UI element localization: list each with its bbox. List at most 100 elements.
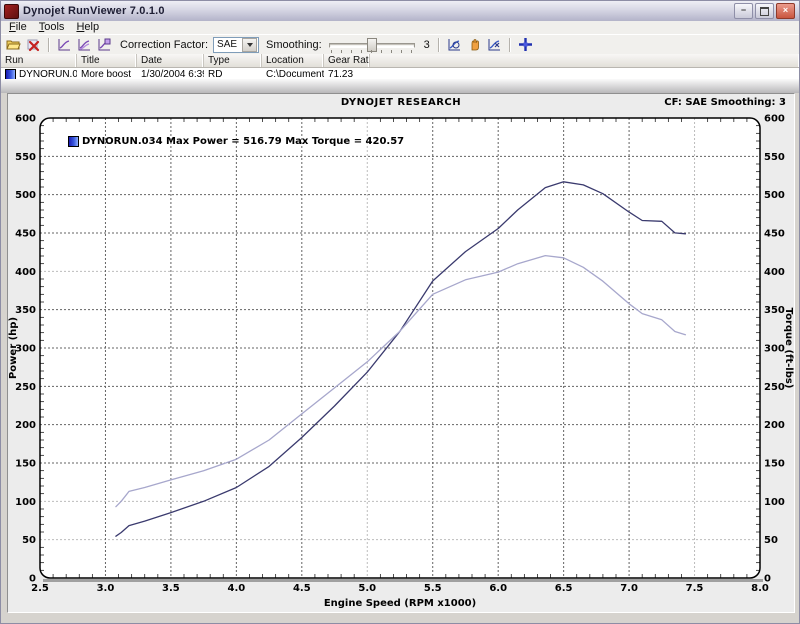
svg-text:6.0: 6.0	[489, 583, 507, 594]
svg-text:350: 350	[15, 305, 36, 316]
svg-text:50: 50	[22, 535, 36, 546]
svg-text:100: 100	[764, 497, 785, 508]
svg-text:200: 200	[15, 420, 36, 431]
restore-button[interactable]	[755, 3, 774, 19]
svg-text:300: 300	[764, 344, 785, 355]
dropdown-button[interactable]	[242, 38, 257, 52]
menu-bar: File Tools Help	[1, 21, 799, 35]
slider-tick	[381, 50, 382, 53]
title-bar: Dynojet RunViewer 7.0.1.0 − ×	[1, 1, 799, 22]
slider-tick	[371, 50, 372, 53]
svg-text:150: 150	[15, 459, 36, 470]
compare-graph-icon	[97, 37, 112, 52]
column-header-type[interactable]: Type	[204, 54, 262, 67]
svg-text:450: 450	[764, 229, 785, 240]
graph-options-button[interactable]	[486, 37, 503, 53]
svg-text:4.5: 4.5	[293, 583, 311, 594]
overlay-graph-icon	[77, 37, 92, 52]
legend-swatch	[68, 136, 79, 147]
compare-graph-button[interactable]	[96, 37, 113, 53]
toolbar-separator	[48, 38, 50, 52]
svg-text:4.0: 4.0	[228, 583, 246, 594]
svg-text:450: 450	[15, 229, 36, 240]
column-header-title[interactable]: Title	[77, 54, 137, 67]
column-header-date[interactable]: Date	[137, 54, 204, 67]
column-header-run[interactable]: Run	[1, 54, 77, 67]
svg-text:6.5: 6.5	[555, 583, 573, 594]
correction-factor-value: SAE	[214, 39, 242, 50]
view-graph-button[interactable]	[56, 37, 73, 53]
svg-text:400: 400	[764, 267, 785, 278]
minimize-button[interactable]: −	[734, 3, 753, 19]
toolbar-separator	[438, 38, 440, 52]
crosshair-button[interactable]	[517, 37, 534, 53]
svg-text:250: 250	[15, 382, 36, 393]
svg-text:5.5: 5.5	[424, 583, 442, 594]
column-header-location[interactable]: Location	[262, 54, 324, 67]
svg-text:7.0: 7.0	[620, 583, 638, 594]
svg-text:3.0: 3.0	[97, 583, 115, 594]
column-header-filler	[370, 54, 799, 67]
chart-legend: DYNORUN.034 Max Power = 516.79 Max Torqu…	[68, 136, 404, 147]
svg-text:3.5: 3.5	[162, 583, 180, 594]
chart-cf-smoothing-text: CF: SAE Smoothing: 3	[664, 97, 786, 108]
slider-tick	[351, 50, 352, 53]
close-button[interactable]: ×	[776, 3, 795, 19]
graph-options-icon	[487, 37, 502, 52]
menu-help[interactable]: Help	[70, 21, 105, 34]
app-icon	[4, 4, 19, 19]
pan-button[interactable]	[466, 37, 483, 53]
svg-text:550: 550	[15, 152, 36, 163]
smoothing-slider[interactable]	[329, 37, 415, 53]
svg-text:150: 150	[764, 459, 785, 470]
correction-factor-label: Correction Factor:	[120, 39, 208, 51]
slider-tick	[331, 50, 332, 53]
svg-text:Engine Speed (RPM x1000): Engine Speed (RPM x1000)	[324, 598, 476, 609]
svg-text:250: 250	[764, 382, 785, 393]
window-title: Dynojet RunViewer 7.0.1.0	[23, 5, 165, 17]
slider-tick	[411, 50, 412, 53]
delete-run-button[interactable]	[25, 37, 42, 53]
svg-text:350: 350	[764, 305, 785, 316]
zoom-graph-icon	[447, 37, 462, 52]
svg-text:200: 200	[764, 420, 785, 431]
smoothing-label: Smoothing:	[266, 39, 322, 51]
svg-text:50: 50	[764, 535, 778, 546]
slider-tick	[401, 50, 402, 53]
svg-text:600: 600	[15, 114, 36, 125]
zoom-graph-button[interactable]	[446, 37, 463, 53]
correction-factor-select[interactable]: SAE	[213, 37, 259, 53]
svg-text:500: 500	[15, 190, 36, 201]
chart-panel: 0050501001001501502002002502503003003503…	[7, 93, 795, 613]
toolbar-separator	[509, 38, 511, 52]
restore-icon	[760, 7, 769, 16]
svg-text:7.5: 7.5	[686, 583, 704, 594]
slider-tick	[391, 50, 392, 53]
column-header-gear-ratio[interactable]: Gear Ratio	[324, 54, 370, 67]
svg-text:600: 600	[764, 114, 785, 125]
svg-text:5.0: 5.0	[358, 583, 376, 594]
window-buttons: − ×	[734, 3, 799, 19]
svg-text:550: 550	[764, 152, 785, 163]
menu-file[interactable]: File	[3, 21, 33, 34]
slider-thumb[interactable]	[367, 38, 377, 52]
legend-text: DYNORUN.034 Max Power = 516.79 Max Torqu…	[82, 136, 404, 147]
chevron-down-icon	[247, 43, 253, 47]
open-run-button[interactable]	[5, 37, 22, 53]
hand-icon	[467, 37, 482, 52]
slider-tick	[341, 50, 342, 53]
smoothing-value: 3	[420, 39, 430, 51]
open-folder-icon	[6, 37, 21, 52]
app-window: Dynojet RunViewer 7.0.1.0 − × File Tools…	[0, 0, 800, 624]
menu-tools[interactable]: Tools	[33, 21, 71, 34]
panel-divider	[1, 79, 799, 93]
overlay-graph-button[interactable]	[76, 37, 93, 53]
svg-text:8.0: 8.0	[751, 583, 769, 594]
run-list-header: Run Title Date Type Location Gear Ratio	[1, 54, 799, 68]
delete-run-icon	[26, 37, 41, 52]
toolbar: Correction Factor: SAE Smoothing: 3	[1, 34, 799, 55]
plot-area[interactable]: 0050501001001501502002002502503003003503…	[8, 94, 794, 612]
svg-text:500: 500	[764, 190, 785, 201]
slider-tick	[361, 50, 362, 53]
svg-text:2.5: 2.5	[31, 583, 49, 594]
